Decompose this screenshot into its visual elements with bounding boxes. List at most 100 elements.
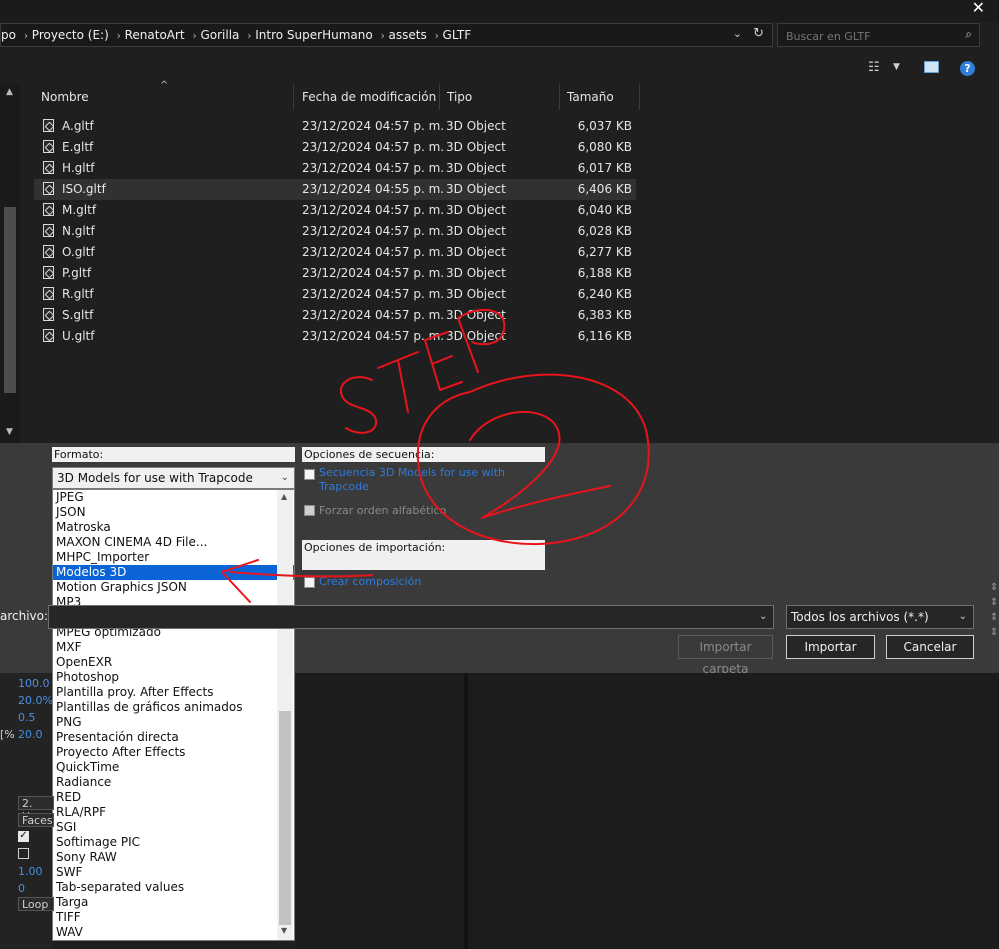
format-dropdown-list[interactable]: JPEG JSON Matroska MAXON CINEMA 4D File... M…	[52, 489, 295, 941]
file-row[interactable]: N.gltf 23/12/2024 04:57 p. m. 3D Object 6,0…	[34, 221, 636, 242]
format-option[interactable]: Sony RAW	[53, 850, 294, 865]
address-bar[interactable]: po › Proyecto (E:) › RenatoArt › Gorilla › I…	[0, 23, 773, 47]
import-folder-button[interactable]: Importar carpeta	[678, 635, 773, 676]
sequence-checkbox-label[interactable]: Secuencia 3D Models for use with Trapcod…	[319, 466, 509, 494]
file-date: 23/12/2024 04:57 p. m.	[302, 266, 445, 280]
format-option[interactable]: WAV	[53, 925, 294, 940]
import-button[interactable]: Importar	[786, 635, 875, 659]
format-option[interactable]: Plantillas de gráficos animados	[53, 700, 294, 715]
format-option[interactable]: Tab-separated values	[53, 880, 294, 895]
breadcrumb-item[interactable]: assets	[389, 28, 427, 42]
format-option[interactable]: Modelos 3D	[53, 565, 294, 580]
breadcrumb-item[interactable]: RenatoArt	[125, 28, 185, 42]
scroll-down-icon[interactable]: ▼	[281, 926, 287, 935]
breadcrumb-item[interactable]: GLTF	[443, 28, 472, 42]
file-type: 3D Object	[446, 119, 506, 133]
format-option[interactable]: SGI	[53, 820, 294, 835]
search-input[interactable]	[784, 27, 953, 45]
column-header-name[interactable]: Nombre	[34, 84, 294, 110]
property-value[interactable]: 20.0	[18, 728, 43, 741]
file-row[interactable]: E.gltf 23/12/2024 04:57 p. m. 3D Object 6,0…	[34, 137, 636, 158]
format-option[interactable]: MHPC_Importer	[53, 550, 294, 565]
file-row[interactable]: R.gltf 23/12/2024 04:57 p. m. 3D Object 6,2…	[34, 284, 636, 305]
format-option[interactable]: RLA/RPF	[53, 805, 294, 820]
format-option[interactable]: JSON	[53, 505, 294, 520]
chevron-down-icon[interactable]: ⌄	[959, 606, 967, 628]
preview-pane-icon[interactable]	[924, 61, 939, 73]
format-option[interactable]: Photoshop	[53, 670, 294, 685]
format-option[interactable]: OpenEXR	[53, 655, 294, 670]
3d-object-file-icon	[43, 224, 54, 237]
file-row[interactable]: M.gltf 23/12/2024 04:57 p. m. 3D Object 6,0…	[34, 200, 636, 221]
file-row[interactable]: U.gltf 23/12/2024 04:57 p. m. 3D Object 6,1…	[34, 326, 636, 347]
create-composition-label[interactable]: Crear composición	[319, 575, 421, 588]
scrollbar-thumb[interactable]	[4, 207, 16, 393]
chevron-down-icon[interactable]: ▼	[893, 62, 900, 72]
file-type: 3D Object	[446, 224, 506, 238]
file-type: 3D Object	[446, 308, 506, 322]
search-icon[interactable]: ⌕	[965, 27, 972, 42]
create-composition-checkbox[interactable]	[304, 577, 315, 588]
format-option[interactable]: MXF	[53, 640, 294, 655]
property-dropdown[interactable]: Faces	[18, 813, 54, 827]
file-row[interactable]: H.gltf 23/12/2024 04:57 p. m. 3D Object 6,0…	[34, 158, 636, 179]
format-option[interactable]: RED	[53, 790, 294, 805]
chevron-down-icon[interactable]: ⌄	[281, 468, 289, 488]
dropdown-scrollbar-thumb[interactable]	[279, 711, 291, 925]
breadcrumb-item[interactable]: po	[1, 28, 16, 42]
scroll-up-icon[interactable]: ▲	[6, 87, 13, 97]
column-header-size[interactable]: Tamaño	[560, 84, 640, 110]
3d-object-file-icon	[43, 140, 54, 153]
scroll-down-icon[interactable]: ▼	[6, 427, 13, 437]
format-option[interactable]: TIFF	[53, 910, 294, 925]
format-option[interactable]: MAXON CINEMA 4D File...	[53, 535, 294, 550]
chevron-down-icon[interactable]: ⌄	[759, 611, 767, 622]
sequence-checkbox[interactable]	[304, 469, 315, 480]
file-row[interactable]: A.gltf 23/12/2024 04:57 p. m. 3D Object 6,0…	[34, 116, 636, 137]
property-value[interactable]: 0	[18, 882, 25, 895]
file-row[interactable]: ISO.gltf 23/12/2024 04:55 p. m. 3D Object 6…	[34, 179, 636, 200]
format-option[interactable]: QuickTime	[53, 760, 294, 775]
format-option[interactable]: Plantilla proy. After Effects	[53, 685, 294, 700]
format-option[interactable]: Presentación directa	[53, 730, 294, 745]
file-row[interactable]: P.gltf 23/12/2024 04:57 p. m. 3D Object 6,1…	[34, 263, 636, 284]
filename-input[interactable]	[48, 605, 774, 629]
format-option[interactable]: Radiance	[53, 775, 294, 790]
file-row[interactable]: S.gltf 23/12/2024 04:57 p. m. 3D Object 6,3…	[34, 305, 636, 326]
format-option[interactable]: JPEG	[53, 490, 294, 505]
breadcrumb-item[interactable]: Gorilla	[200, 28, 239, 42]
close-icon[interactable]: ✕	[972, 0, 985, 17]
format-option[interactable]: Targa	[53, 895, 294, 910]
format-option[interactable]: Proyecto After Effects	[53, 745, 294, 760]
chevron-down-icon[interactable]: ⌄	[733, 27, 742, 40]
property-checkbox[interactable]	[18, 848, 29, 859]
format-option[interactable]: SWF	[53, 865, 294, 880]
file-name: M.gltf	[62, 203, 97, 217]
format-option[interactable]: PNG	[53, 715, 294, 730]
property-checkbox[interactable]: ✓	[18, 831, 29, 842]
search-box[interactable]: ⌕	[777, 23, 980, 47]
help-icon[interactable]: ?	[960, 61, 975, 76]
view-options-icon[interactable]: ☷	[868, 60, 880, 75]
cancel-button[interactable]: Cancelar	[886, 635, 974, 659]
file-row[interactable]: O.gltf 23/12/2024 04:57 p. m. 3D Object 6,2…	[34, 242, 636, 263]
format-option[interactable]: Softimage PIC	[53, 835, 294, 850]
scroll-up-icon[interactable]: ▲	[281, 492, 287, 501]
breadcrumb-item[interactable]: Intro SuperHumano	[255, 28, 372, 42]
file-type-filter-select[interactable]: Todos los archivos (*.*) ⌄	[786, 605, 974, 629]
property-value[interactable]: 100.0	[18, 677, 50, 690]
refresh-icon[interactable]: ↻	[753, 26, 764, 41]
format-select[interactable]: 3D Models for use with Trapcode ⌄	[52, 467, 295, 489]
breadcrumb-item[interactable]: Proyecto (E:)	[32, 28, 109, 42]
format-option[interactable]: Matroska	[53, 520, 294, 535]
alphabetical-checkbox[interactable]	[304, 505, 315, 516]
property-dropdown[interactable]: Loop	[18, 897, 54, 911]
property-value[interactable]: 20.0%	[18, 694, 53, 707]
property-value[interactable]: 0.5	[18, 711, 36, 724]
column-header-date[interactable]: Fecha de modificación	[295, 84, 440, 110]
column-header-type[interactable]: Tipo	[440, 84, 560, 110]
property-value[interactable]: 1.00	[18, 865, 43, 878]
property-dropdown[interactable]: 2. U.g	[18, 796, 54, 823]
chevron-right-icon: ›	[247, 31, 252, 42]
format-option[interactable]: Motion Graphics JSON	[53, 580, 294, 595]
